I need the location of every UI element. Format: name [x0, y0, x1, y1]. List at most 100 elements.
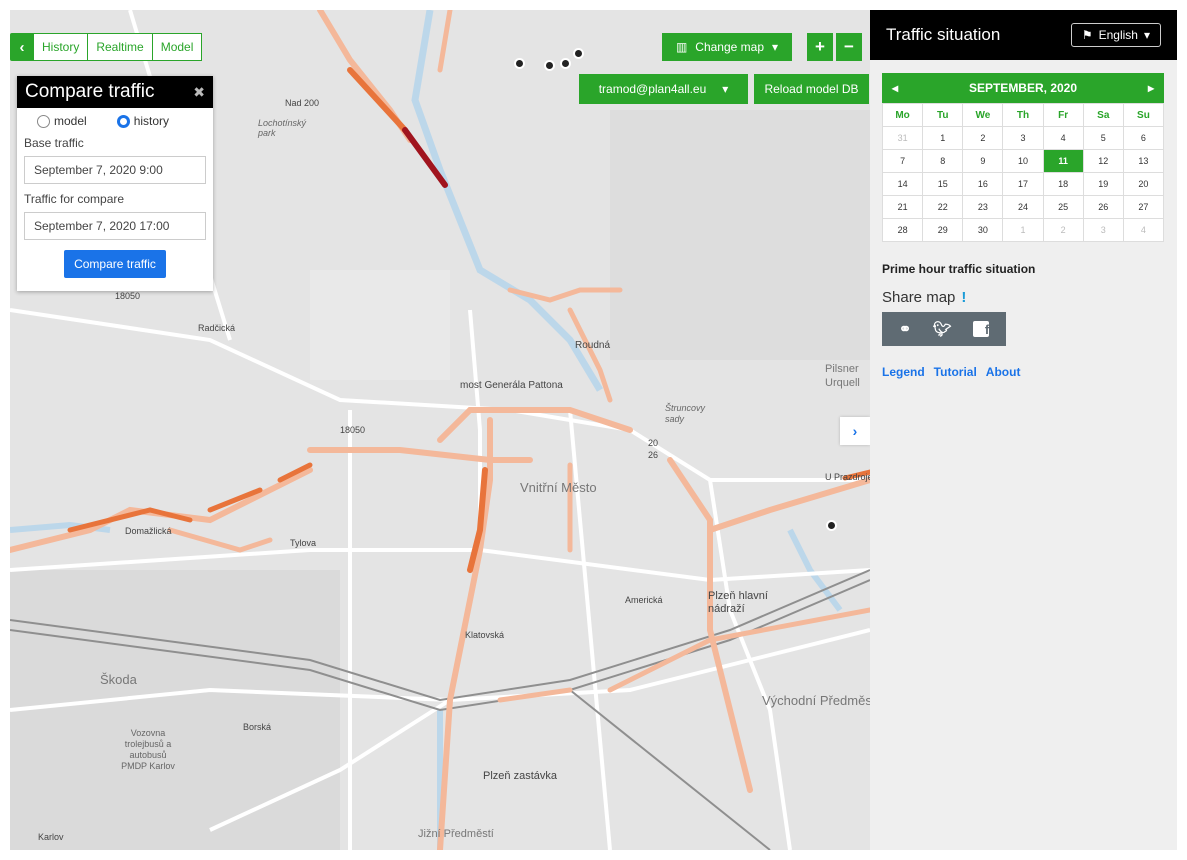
calendar-day[interactable]: 3 — [1002, 126, 1044, 150]
calendar-day[interactable]: 13 — [1122, 149, 1165, 173]
share-map-label: Share map ! — [882, 289, 966, 306]
compare-traffic-input[interactable]: September 7, 2020 17:00 — [24, 212, 206, 240]
poi-marker[interactable] — [826, 520, 837, 531]
map-label-district: Jižní Předměstí — [418, 828, 494, 840]
twitter-icon[interactable]: 🐦︎ — [933, 320, 952, 338]
calendar-grid: Mo Tu We Th Fr Sa Su 31 1 2 3 4 5 6 7 8 9 10 11 12 13 14 15 16… — [881, 103, 1165, 242]
prime-hour-link[interactable]: Prime hour traffic situation — [882, 262, 1035, 276]
map-icon: ▥ — [675, 40, 688, 54]
tutorial-link[interactable]: Tutorial — [934, 365, 977, 379]
map-label-bridge: most Generála Pattona — [460, 380, 563, 391]
radio-history-dot[interactable] — [116, 114, 130, 128]
radio-history[interactable]: history — [116, 114, 169, 128]
calendar-day[interactable]: 22 — [922, 195, 964, 219]
link-icon[interactable]: ⚭ — [899, 320, 912, 338]
caret-down-icon: ▾ — [1143, 28, 1150, 42]
close-icon[interactable]: ✖ — [193, 84, 205, 101]
compare-traffic-button[interactable]: Compare traffic — [64, 250, 166, 278]
calendar-day[interactable]: 26 — [1082, 195, 1124, 219]
calendar-day[interactable]: 4 — [1042, 126, 1084, 150]
calendar-day[interactable]: 15 — [922, 172, 964, 196]
calendar-day[interactable]: 7 — [881, 149, 924, 173]
map-label-street: Americká — [625, 595, 663, 605]
calendar-day[interactable]: 6 — [1122, 126, 1165, 150]
tab-model[interactable]: Model — [151, 33, 203, 61]
zoom-out-button[interactable]: − — [836, 33, 862, 61]
expand-panel-button[interactable]: › — [840, 417, 870, 445]
calendar-day[interactable]: 8 — [922, 149, 964, 173]
back-button[interactable]: ‹ — [10, 33, 34, 61]
calendar-day[interactable]: 10 — [1002, 149, 1044, 173]
calendar-day[interactable]: 17 — [1002, 172, 1044, 196]
user-menu-button[interactable]: tramod@plan4all.eu ▾ — [579, 74, 748, 104]
about-link[interactable]: About — [986, 365, 1021, 379]
calendar-day[interactable]: 30 — [962, 218, 1004, 242]
poi-marker[interactable] — [573, 48, 584, 59]
map-label-route-number: 20 — [648, 438, 659, 448]
poi-marker[interactable] — [514, 58, 525, 69]
calendar-day[interactable]: 25 — [1042, 195, 1084, 219]
radio-model-dot[interactable] — [37, 114, 50, 128]
calendar-day[interactable]: 20 — [1122, 172, 1165, 196]
map-label-park: Štruncovy sady — [665, 403, 706, 424]
calendar-week: 31 1 2 3 4 5 6 — [881, 126, 1165, 150]
calendar-day[interactable]: 2 — [962, 126, 1004, 150]
weekday-header: Mo — [881, 103, 924, 127]
share-map-text: Share map — [882, 289, 956, 306]
calendar-day[interactable]: 23 — [962, 195, 1004, 219]
calendar-day[interactable]: 19 — [1082, 172, 1124, 196]
calendar-day[interactable]: 1 — [1002, 218, 1044, 242]
compare-button-wrap: Compare traffic — [17, 240, 213, 278]
poi-marker[interactable] — [560, 58, 571, 69]
calendar-day[interactable]: 21 — [881, 195, 924, 219]
calendar-day[interactable]: 31 — [881, 126, 924, 150]
calendar-day[interactable]: 3 — [1082, 218, 1124, 242]
calendar-header: ◂ SEPTEMBER, 2020 ▸ — [882, 73, 1164, 103]
prev-month-icon[interactable]: ◂ — [892, 81, 898, 95]
map-label-park: Lochotínský park — [258, 118, 307, 138]
calendar-day[interactable]: 1 — [922, 126, 964, 150]
map-label-street: Borská — [243, 722, 272, 732]
calendar-day[interactable]: 28 — [881, 218, 924, 242]
calendar-day[interactable]: 2 — [1042, 218, 1084, 242]
caret-down-icon: ▾ — [772, 40, 779, 54]
calendar-day[interactable]: 18 — [1042, 172, 1084, 196]
facebook-icon[interactable]: f — [973, 321, 990, 337]
map-label-poi: Vozovna trolejbusů a autobusů PMDP Karlo… — [121, 728, 175, 771]
calendar-day[interactable]: 16 — [962, 172, 1004, 196]
radio-model[interactable]: model — [37, 114, 87, 128]
base-traffic-label: Base traffic — [24, 136, 84, 150]
calendar-day[interactable]: 5 — [1082, 126, 1124, 150]
compare-traffic-panel: Compare traffic ✖ model history Base tra… — [17, 76, 213, 291]
alert-icon: ! — [961, 289, 967, 306]
reload-model-button[interactable]: Reload model DB — [754, 74, 869, 104]
calendar-day[interactable]: 14 — [881, 172, 924, 196]
map-label-district: Vnitřní Město — [520, 480, 597, 495]
base-traffic-input[interactable]: September 7, 2020 9:00 — [24, 156, 206, 184]
calendar-day[interactable]: 9 — [962, 149, 1004, 173]
calendar-day[interactable]: 12 — [1082, 149, 1124, 173]
tab-realtime[interactable]: Realtime — [87, 33, 153, 61]
compare-panel-header: Compare traffic ✖ — [17, 76, 213, 108]
language-select[interactable]: ⚑ English ▾ — [1070, 23, 1161, 47]
caret-down-icon: ▾ — [722, 82, 729, 96]
legend-link[interactable]: Legend — [882, 365, 925, 379]
zoom-in-button[interactable]: + — [807, 33, 833, 61]
map-label-district: Východní Předměstí — [762, 693, 870, 708]
calendar-week: 28 29 30 1 2 3 4 — [881, 218, 1165, 242]
footer-links: Legend Tutorial About — [882, 365, 1020, 379]
chevron-right-icon: › — [852, 423, 858, 439]
calendar-day[interactable]: 11 — [1042, 149, 1084, 173]
weekday-header: Tu — [922, 103, 964, 127]
tab-history[interactable]: History — [33, 33, 89, 61]
change-map-button[interactable]: ▥ Change map ▾ — [662, 33, 792, 61]
map-label-street: U Prazdroje — [825, 472, 870, 482]
calendar-day[interactable]: 4 — [1122, 218, 1165, 242]
calendar-month: SEPTEMBER, 2020 — [968, 81, 1078, 95]
next-month-icon[interactable]: ▸ — [1148, 81, 1154, 95]
poi-marker[interactable] — [544, 60, 555, 71]
calendar-day[interactable]: 27 — [1122, 195, 1165, 219]
calendar-day[interactable]: 29 — [922, 218, 964, 242]
source-radio-group: model history — [17, 108, 213, 128]
calendar-day[interactable]: 24 — [1002, 195, 1044, 219]
